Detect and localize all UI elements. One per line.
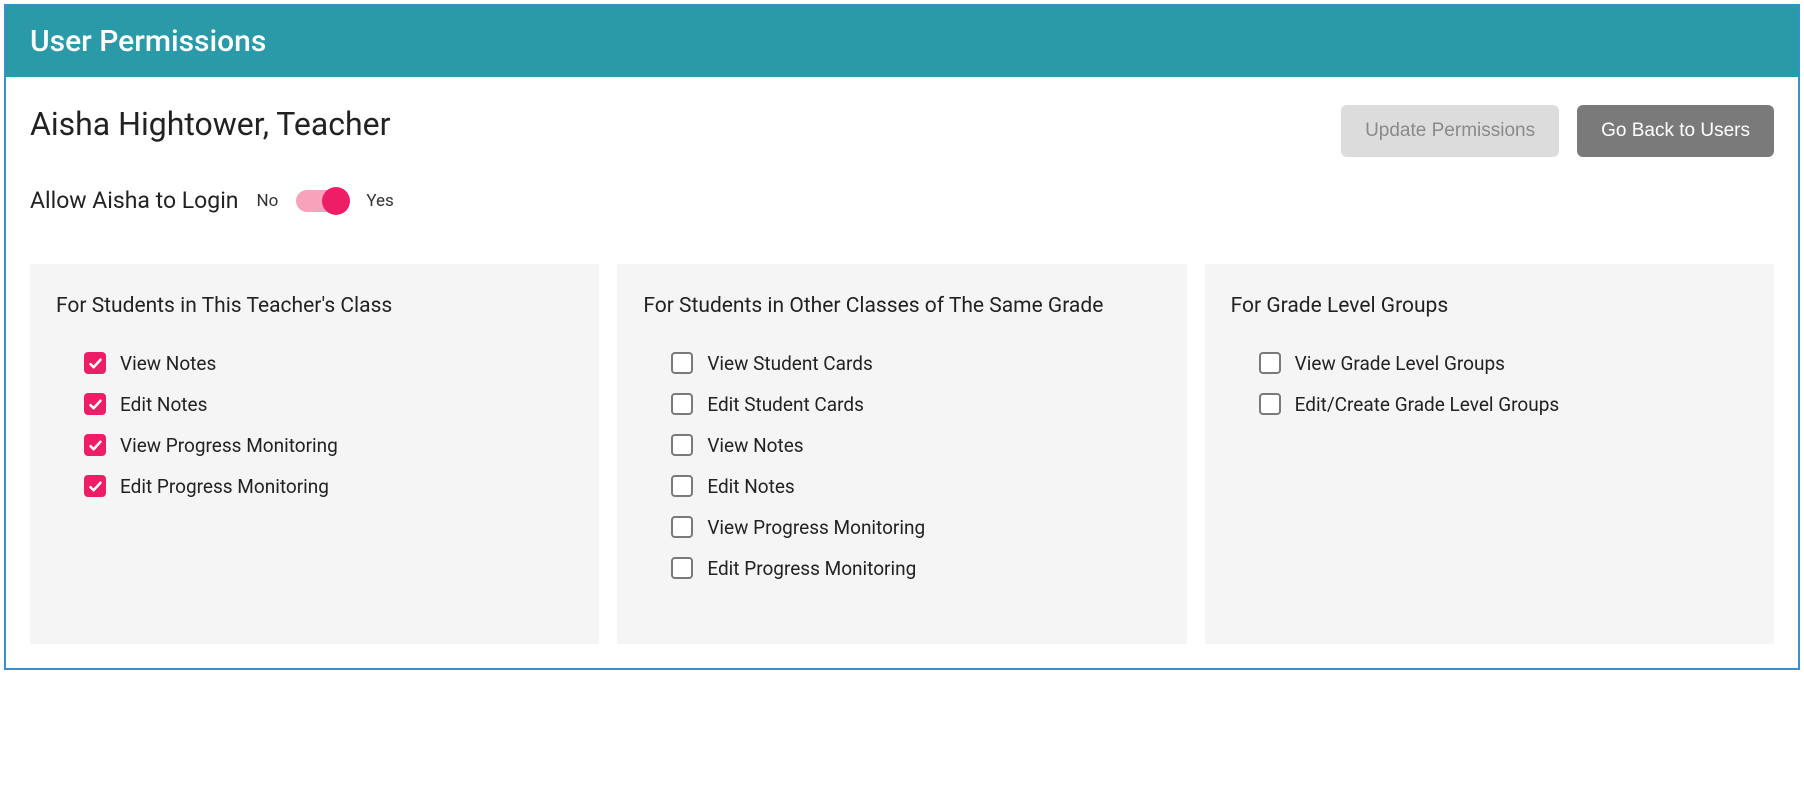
user-display-name: Aisha Hightower, Teacher xyxy=(30,105,390,143)
header-bar: User Permissions xyxy=(6,6,1798,77)
checkbox-label: Edit Progress Monitoring xyxy=(707,557,916,580)
permission-panels: For Students in This Teacher's Class Vie… xyxy=(30,264,1774,644)
checkbox[interactable] xyxy=(671,352,693,374)
checkbox[interactable] xyxy=(671,475,693,497)
checkbox-item: Edit Notes xyxy=(84,393,573,416)
checkbox[interactable] xyxy=(84,475,106,497)
checkbox-label: View Notes xyxy=(120,352,216,375)
checkbox-list-own-class: View Notes Edit Notes View Progress Monito… xyxy=(56,352,573,498)
checkbox[interactable] xyxy=(84,393,106,415)
content-area: Aisha Hightower, Teacher Update Permissi… xyxy=(6,77,1798,668)
checkbox[interactable] xyxy=(671,393,693,415)
toggle-no-label: No xyxy=(256,191,278,211)
panel-title-own-class: For Students in This Teacher's Class xyxy=(56,290,573,324)
check-icon xyxy=(88,397,103,412)
checkbox-label: View Progress Monitoring xyxy=(120,434,338,457)
checkbox-item: Edit Progress Monitoring xyxy=(84,475,573,498)
checkbox-label: Edit Notes xyxy=(120,393,207,416)
panel-grade-groups: For Grade Level Groups View Grade Level … xyxy=(1205,264,1774,644)
update-permissions-button[interactable]: Update Permissions xyxy=(1341,105,1559,157)
toggle-knob xyxy=(322,187,350,215)
login-toggle-row: Allow Aisha to Login No Yes xyxy=(30,187,1774,214)
checkbox-list-grade-groups: View Grade Level Groups Edit/Create Grade… xyxy=(1231,352,1748,416)
checkbox[interactable] xyxy=(671,557,693,579)
checkbox-label: Edit Progress Monitoring xyxy=(120,475,329,498)
login-toggle[interactable] xyxy=(296,190,348,212)
checkbox[interactable] xyxy=(84,434,106,456)
checkbox-item: View Student Cards xyxy=(671,352,1160,375)
go-back-button[interactable]: Go Back to Users xyxy=(1577,105,1774,157)
checkbox[interactable] xyxy=(671,434,693,456)
check-icon xyxy=(88,479,103,494)
checkbox-item: Edit Notes xyxy=(671,475,1160,498)
checkbox-label: Edit Notes xyxy=(707,475,794,498)
panel-own-class: For Students in This Teacher's Class Vie… xyxy=(30,264,599,644)
checkbox-label: View Student Cards xyxy=(707,352,872,375)
checkbox-item: View Progress Monitoring xyxy=(84,434,573,457)
check-icon xyxy=(88,356,103,371)
checkbox-item: View Notes xyxy=(671,434,1160,457)
checkbox-label: Edit Student Cards xyxy=(707,393,864,416)
checkbox[interactable] xyxy=(1259,393,1281,415)
top-row: Aisha Hightower, Teacher Update Permissi… xyxy=(30,105,1774,157)
toggle-yes-label: Yes xyxy=(366,191,393,211)
page-title: User Permissions xyxy=(30,24,1774,59)
panel-title-other-classes: For Students in Other Classes of The Sam… xyxy=(643,290,1160,324)
permissions-container: User Permissions Aisha Hightower, Teache… xyxy=(4,4,1800,670)
checkbox-label: View Notes xyxy=(707,434,803,457)
checkbox-item: View Grade Level Groups xyxy=(1259,352,1748,375)
checkbox-list-other-classes: View Student Cards Edit Student Cards View… xyxy=(643,352,1160,580)
checkbox-item: View Progress Monitoring xyxy=(671,516,1160,539)
checkbox-label: View Progress Monitoring xyxy=(707,516,925,539)
checkbox-item: Edit Progress Monitoring xyxy=(671,557,1160,580)
panel-other-classes: For Students in Other Classes of The Sam… xyxy=(617,264,1186,644)
checkbox-label: Edit/Create Grade Level Groups xyxy=(1295,393,1560,416)
checkbox-item: View Notes xyxy=(84,352,573,375)
checkbox-label: View Grade Level Groups xyxy=(1295,352,1505,375)
panel-title-grade-groups: For Grade Level Groups xyxy=(1231,290,1748,324)
login-label: Allow Aisha to Login xyxy=(30,187,238,214)
checkbox[interactable] xyxy=(1259,352,1281,374)
checkbox[interactable] xyxy=(671,516,693,538)
checkbox-item: Edit Student Cards xyxy=(671,393,1160,416)
action-buttons: Update Permissions Go Back to Users xyxy=(1341,105,1774,157)
checkbox-item: Edit/Create Grade Level Groups xyxy=(1259,393,1748,416)
check-icon xyxy=(88,438,103,453)
checkbox[interactable] xyxy=(84,352,106,374)
